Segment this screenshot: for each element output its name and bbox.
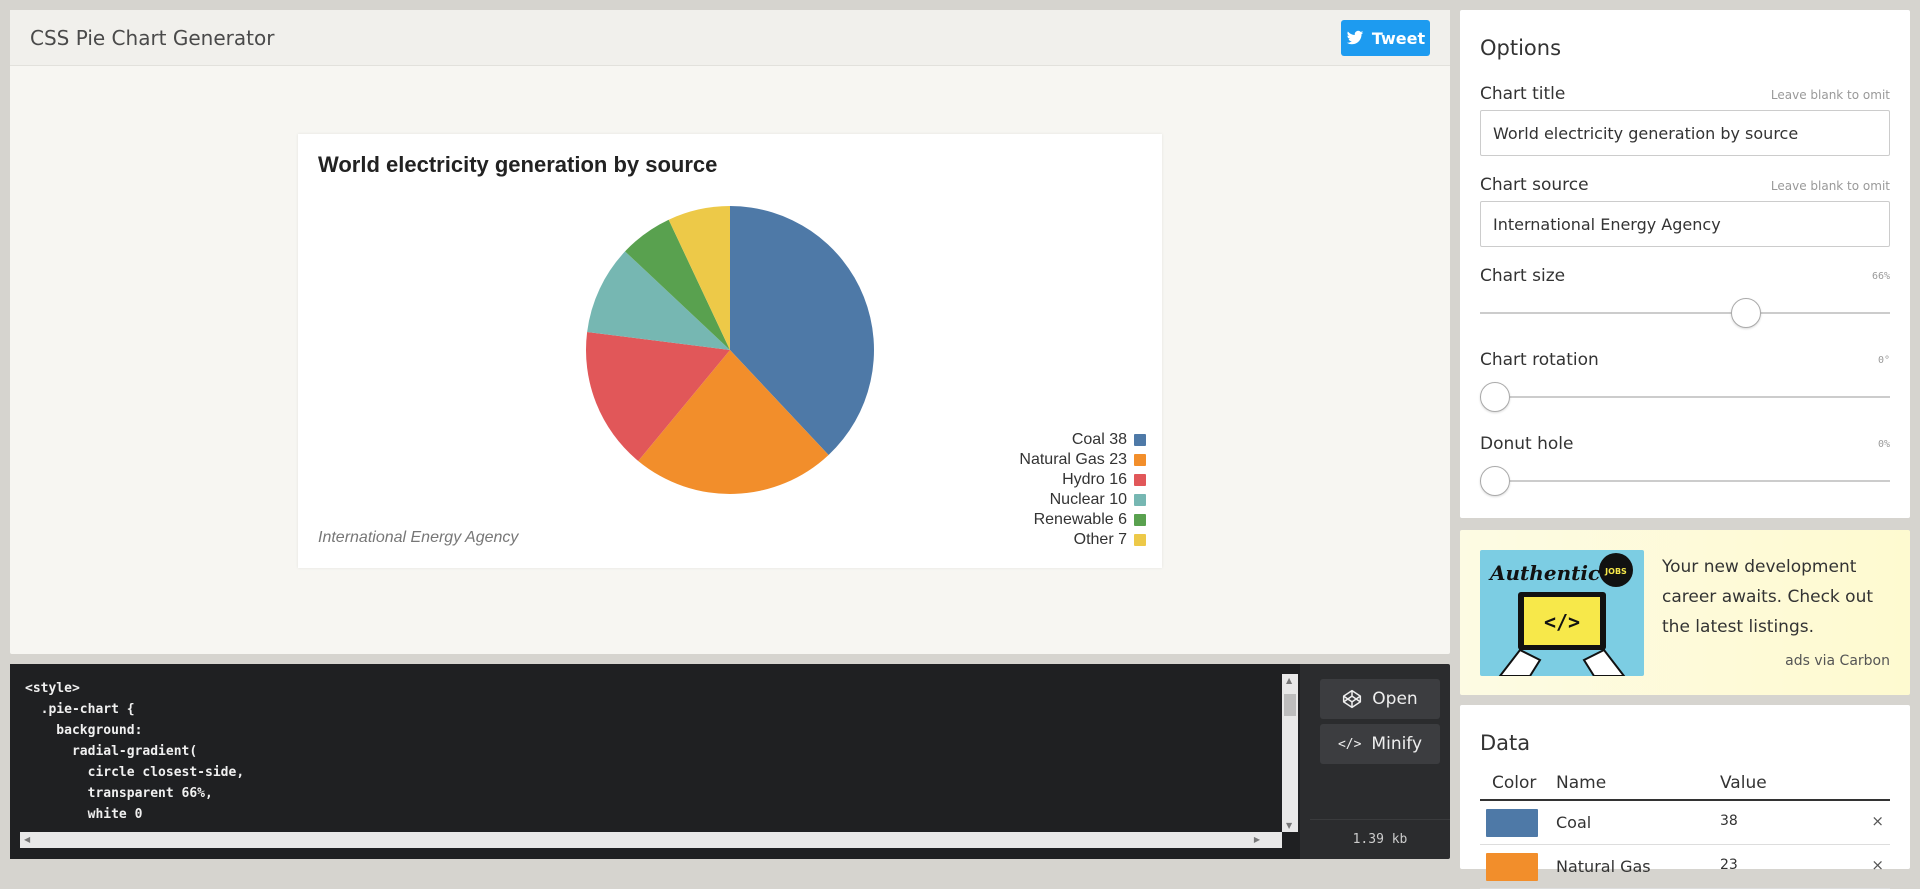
minify-label: Minify <box>1371 734 1423 754</box>
code-brackets-icon: </> <box>1544 610 1580 634</box>
row-name[interactable]: Coal <box>1556 813 1591 832</box>
chart-title-label: Chart title <box>1480 84 1566 104</box>
donut-hole-slider-track[interactable] <box>1480 480 1890 482</box>
remove-row-button[interactable]: × <box>1871 856 1884 874</box>
chart-source-hint: Leave blank to omit <box>1770 179 1890 193</box>
legend-label: Natural Gas 23 <box>1019 451 1127 468</box>
legend-item: Hydro 16 <box>1019 470 1146 490</box>
chart-rotation-label: Chart rotation <box>1480 350 1599 370</box>
chart-title-input[interactable] <box>1480 110 1890 156</box>
chart-source-label: Chart source <box>1480 175 1589 195</box>
legend-swatch <box>1134 434 1146 446</box>
open-codepen-button[interactable]: Open <box>1320 679 1440 719</box>
row-value[interactable]: 38 <box>1720 813 1738 829</box>
donut-hole-label: Donut hole <box>1480 434 1574 454</box>
twitter-bird-icon <box>1346 30 1364 45</box>
chart-size-label: Chart size <box>1480 266 1566 286</box>
legend-swatch <box>1134 494 1146 506</box>
code-text[interactable]: <style> .pie-chart { background: radial-… <box>25 678 244 825</box>
scroll-down-arrow-icon[interactable]: ▼ <box>1286 821 1292 830</box>
legend-label: Hydro 16 <box>1062 471 1127 488</box>
open-label: Open <box>1372 689 1418 709</box>
tweet-button[interactable]: Tweet <box>1341 20 1430 56</box>
remove-row-button[interactable]: × <box>1871 812 1884 830</box>
codepen-icon <box>1343 689 1362 709</box>
data-table-header: Color Name Value <box>1480 771 1890 801</box>
legend-swatch <box>1134 514 1146 526</box>
row-name[interactable]: Natural Gas <box>1556 857 1651 876</box>
file-size: 1.39 kb <box>1310 819 1450 847</box>
color-swatch[interactable] <box>1486 809 1538 837</box>
minify-button[interactable]: </> Minify <box>1320 724 1440 764</box>
scroll-left-arrow-icon[interactable]: ◀ <box>24 835 30 844</box>
column-color: Color <box>1492 773 1537 793</box>
ad-badge-text: JOBS <box>1604 567 1627 576</box>
chart-rotation-slider-thumb[interactable] <box>1480 382 1510 412</box>
chart-size-slider-track[interactable] <box>1480 312 1890 314</box>
legend-swatch <box>1134 474 1146 486</box>
ad-brand-text: Authentic <box>1488 561 1600 585</box>
data-row: Natural Gas 23 × <box>1480 845 1890 889</box>
app-title: CSS Pie Chart Generator <box>30 26 275 50</box>
chart-rotation-slider-track[interactable] <box>1480 396 1890 398</box>
chart-title-hint: Leave blank to omit <box>1770 88 1890 102</box>
code-brackets-icon: </> <box>1337 736 1362 752</box>
column-value: Value <box>1720 773 1767 793</box>
row-value[interactable]: 23 <box>1720 857 1738 873</box>
ad-text[interactable]: Your new development career awaits. Chec… <box>1662 552 1892 642</box>
legend-item: Other 7 <box>1019 530 1146 550</box>
vertical-scrollbar[interactable]: ▲ ▼ <box>1282 674 1298 832</box>
chart-source: International Energy Agency <box>318 529 519 546</box>
data-heading: Data <box>1480 731 1531 755</box>
chart-card: World electricity generation by source C… <box>298 134 1162 568</box>
legend-item: Natural Gas 23 <box>1019 450 1146 470</box>
legend-swatch <box>1134 454 1146 466</box>
donut-hole-value: 0% <box>1877 439 1890 450</box>
donut-hole-slider-thumb[interactable] <box>1480 466 1510 496</box>
data-row: Coal 38 × <box>1480 801 1890 845</box>
scroll-up-arrow-icon[interactable]: ▲ <box>1286 676 1292 685</box>
data-panel: Data Color Name Value Coal 38 × Natural … <box>1460 705 1910 889</box>
chart-size-value: 66% <box>1871 271 1890 282</box>
vertical-scroll-thumb[interactable] <box>1284 694 1296 716</box>
chart-source-input[interactable] <box>1480 201 1890 247</box>
ad-via-carbon[interactable]: ads via Carbon <box>1785 653 1890 669</box>
legend-item: Coal 38 <box>1019 430 1146 450</box>
chart-size-slider-thumb[interactable] <box>1730 298 1761 328</box>
legend-label: Nuclear 10 <box>1049 491 1127 508</box>
code-tools: Open </> Minify 1.39 kb <box>1310 664 1450 859</box>
legend-item: Renewable 6 <box>1019 510 1146 530</box>
code-panel: <style> .pie-chart { background: radial-… <box>10 664 1450 859</box>
horizontal-scrollbar[interactable]: ◀ ▶ <box>20 832 1282 848</box>
legend-label: Other 7 <box>1073 531 1127 548</box>
legend-item: Nuclear 10 <box>1019 490 1146 510</box>
carbon-ad[interactable]: Authentic JOBS </> Your new development … <box>1460 530 1910 695</box>
color-swatch[interactable] <box>1486 853 1538 881</box>
legend-label: Coal 38 <box>1071 431 1127 448</box>
top-bar: CSS Pie Chart Generator Tweet <box>10 10 1450 66</box>
code-editor[interactable]: <style> .pie-chart { background: radial-… <box>10 664 1300 859</box>
column-name: Name <box>1556 773 1607 793</box>
preview-panel: CSS Pie Chart Generator Tweet World elec… <box>10 10 1450 654</box>
options-panel: Options Chart title Leave blank to omit … <box>1460 10 1910 518</box>
legend-label: Renewable 6 <box>1033 511 1127 528</box>
scroll-right-arrow-icon[interactable]: ▶ <box>1254 835 1260 844</box>
legend-swatch <box>1134 534 1146 546</box>
ad-image[interactable]: Authentic JOBS </> <box>1480 550 1644 676</box>
options-heading: Options <box>1480 36 1562 60</box>
chart-legend: Coal 38 Natural Gas 23 Hydro 16 Nuclear 10 R… <box>1019 430 1146 550</box>
tweet-label: Tweet <box>1371 28 1426 48</box>
chart-rotation-value: 0° <box>1877 355 1890 366</box>
